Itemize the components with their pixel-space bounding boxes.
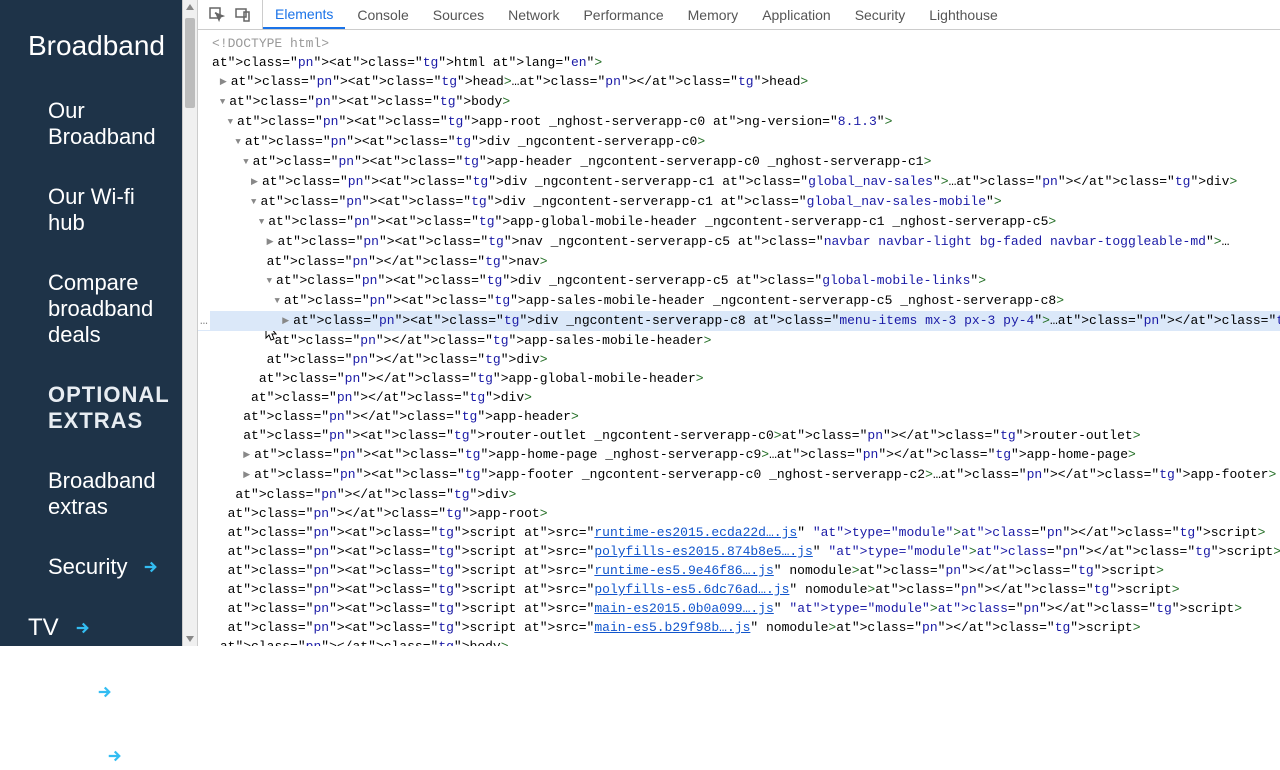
tab-security[interactable]: Security xyxy=(843,0,918,29)
dom-node[interactable]: at">class="pn"><at">class="tg">app-globa… xyxy=(198,212,1280,232)
dom-node[interactable]: at">class="pn"></at">class="tg">app-glob… xyxy=(198,369,1280,388)
arrow-right-icon xyxy=(105,747,123,765)
nav-tv[interactable]: TV xyxy=(28,614,197,642)
nav-label: Broadband xyxy=(28,30,165,62)
section-header-extras: OPTIONAL EXTRAS xyxy=(28,382,197,434)
elements-tree[interactable]: <!DOCTYPE html>at">class="pn"><at">class… xyxy=(198,30,1280,646)
nav-broadband-extras[interactable]: Broadband extras xyxy=(28,468,197,520)
dom-node[interactable]: at">class="pn"><at">class="tg">script at… xyxy=(198,599,1280,618)
dom-node[interactable]: at">class="pn"><at">class="tg">app-foote… xyxy=(198,465,1280,485)
dom-node[interactable]: at">class="pn"><at">class="tg">app-sales… xyxy=(198,291,1280,311)
nav-broadband[interactable]: Broadband xyxy=(28,30,197,62)
tab-network[interactable]: Network xyxy=(496,0,571,29)
nav-calls[interactable]: Calls xyxy=(28,678,197,706)
scrollbar[interactable] xyxy=(182,0,197,646)
devtools-tabs: ElementsConsoleSourcesNetworkPerformance… xyxy=(263,0,1010,29)
dom-node[interactable]: at">class="pn"><at">class="tg">script at… xyxy=(198,618,1280,637)
tab-performance[interactable]: Performance xyxy=(571,0,675,29)
dom-node[interactable]: at">class="pn"><at">class="tg">router-ou… xyxy=(198,426,1280,445)
arrow-right-icon xyxy=(141,558,159,576)
tab-elements[interactable]: Elements xyxy=(263,0,345,29)
tab-console[interactable]: Console xyxy=(345,0,420,29)
devtools-toolbar: ElementsConsoleSourcesNetworkPerformance… xyxy=(198,0,1280,30)
tab-application[interactable]: Application xyxy=(750,0,843,29)
dom-node[interactable]: at">class="pn"><at">class="tg">div _ngco… xyxy=(198,311,1280,331)
arrow-right-icon xyxy=(95,683,113,701)
dom-node[interactable]: at">class="pn"><at">class="tg">html at">… xyxy=(198,53,1280,72)
dom-node[interactable]: at">class="pn"><at">class="tg">script at… xyxy=(198,561,1280,580)
dom-node[interactable]: at">class="pn"><at">class="tg">app-root … xyxy=(198,112,1280,132)
dom-node[interactable]: at">class="pn"></at">class="tg">nav> xyxy=(198,252,1280,271)
device-toggle-icon[interactable] xyxy=(234,6,252,24)
dom-node[interactable]: at">class="pn"></at">class="tg">app-sale… xyxy=(198,331,1280,350)
dom-node[interactable]: at">class="pn"><at">class="tg">body> xyxy=(198,92,1280,112)
dom-node[interactable]: at">class="pn"></at">class="tg">body> xyxy=(198,637,1280,646)
inspect-icon[interactable] xyxy=(208,6,226,24)
dom-node[interactable]: at">class="pn"></at">class="tg">app-head… xyxy=(198,407,1280,426)
dom-node[interactable]: at">class="pn"><at">class="tg">div _ngco… xyxy=(198,271,1280,291)
mobile-nav-sidebar: Broadband Our Broadband Our Wi-fi hub Co… xyxy=(0,0,197,646)
dom-node[interactable]: at">class="pn"><at">class="tg">div _ngco… xyxy=(198,192,1280,212)
tab-memory[interactable]: Memory xyxy=(676,0,751,29)
dom-node[interactable]: at">class="pn"></at">class="tg">app-root… xyxy=(198,504,1280,523)
dom-node[interactable]: at">class="pn"></at">class="tg">div> xyxy=(198,485,1280,504)
dom-node[interactable]: at">class="pn"><at">class="tg">app-home-… xyxy=(198,445,1280,465)
tab-sources[interactable]: Sources xyxy=(421,0,496,29)
dom-node[interactable]: at">class="pn"><at">class="tg">div _ngco… xyxy=(198,172,1280,192)
dom-node[interactable]: at">class="pn"></at">class="tg">div> xyxy=(198,388,1280,407)
nav-our-broadband[interactable]: Our Broadband xyxy=(28,98,197,150)
dom-node[interactable]: at">class="pn"><at">class="tg">script at… xyxy=(198,542,1280,561)
nav-compare-deals[interactable]: Compare broadband deals xyxy=(28,270,197,348)
nav-security[interactable]: Security xyxy=(28,554,197,580)
dom-node[interactable]: <!DOCTYPE html> xyxy=(198,34,1280,53)
nav-about[interactable]: About xyxy=(28,742,197,770)
dom-node[interactable]: at">class="pn"><at">class="tg">div _ngco… xyxy=(198,132,1280,152)
dom-node[interactable]: at">class="pn"></at">class="tg">div> xyxy=(198,350,1280,369)
dom-node[interactable]: at">class="pn"><at">class="tg">head>…at"… xyxy=(198,72,1280,92)
tab-lighthouse[interactable]: Lighthouse xyxy=(917,0,1010,29)
dom-node[interactable]: at">class="pn"><at">class="tg">app-heade… xyxy=(198,152,1280,172)
arrow-right-icon xyxy=(73,619,91,637)
devtools-panel: ElementsConsoleSourcesNetworkPerformance… xyxy=(197,0,1280,646)
dom-node[interactable]: at">class="pn"><at">class="tg">nav _ngco… xyxy=(198,232,1280,252)
dom-node[interactable]: at">class="pn"><at">class="tg">script at… xyxy=(198,580,1280,599)
dom-node[interactable]: at">class="pn"><at">class="tg">script at… xyxy=(198,523,1280,542)
nav-wifi-hub[interactable]: Our Wi-fi hub xyxy=(28,184,197,236)
